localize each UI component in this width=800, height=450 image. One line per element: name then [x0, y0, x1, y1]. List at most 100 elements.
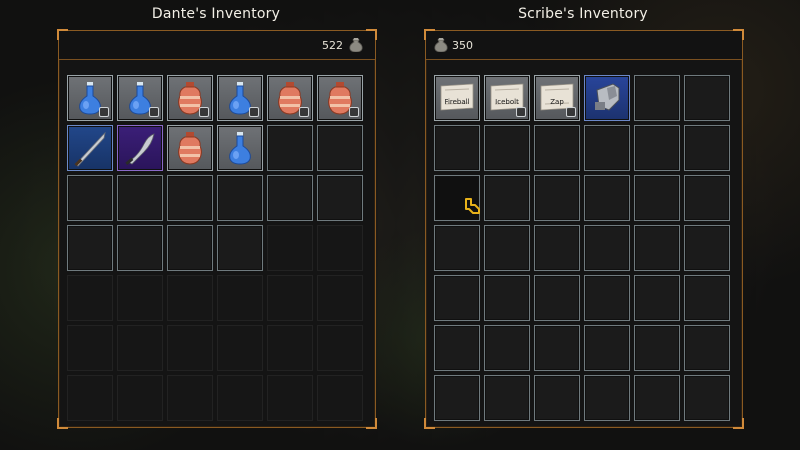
locked-slot	[117, 325, 163, 371]
empty-slot[interactable]	[584, 225, 630, 271]
inventory-slot[interactable]	[117, 125, 163, 171]
empty-slot[interactable]	[634, 125, 680, 171]
right-panel-title: Scribe's Inventory	[518, 6, 648, 22]
inventory-slot[interactable]	[117, 75, 163, 121]
empty-slot[interactable]	[117, 175, 163, 221]
empty-slot[interactable]	[584, 375, 630, 421]
empty-slot[interactable]	[534, 375, 580, 421]
inventory-slot[interactable]: Icebolt	[484, 75, 530, 121]
empty-slot[interactable]	[484, 375, 530, 421]
inventory-slot[interactable]	[67, 125, 113, 171]
gold-bar: 350	[426, 31, 742, 60]
gold-amount: 350	[452, 39, 473, 52]
empty-slot[interactable]	[434, 125, 480, 171]
left-panel-title: Dante's Inventory	[151, 6, 281, 22]
item-label: Fireball	[444, 98, 470, 106]
empty-slot[interactable]	[267, 125, 313, 171]
left-inventory-grid	[67, 75, 363, 421]
item-badge-icon	[149, 107, 159, 117]
empty-slot[interactable]	[684, 75, 730, 121]
empty-slot[interactable]	[634, 175, 680, 221]
empty-slot[interactable]	[584, 275, 630, 321]
hand-cursor-icon	[465, 198, 480, 214]
empty-slot[interactable]	[684, 325, 730, 371]
locked-slot	[317, 225, 363, 271]
empty-slot[interactable]	[217, 175, 263, 221]
empty-slot[interactable]	[534, 225, 580, 271]
inventory-slot[interactable]: Fireball	[434, 75, 480, 121]
empty-slot[interactable]	[684, 175, 730, 221]
empty-slot[interactable]	[634, 325, 680, 371]
inventory-slot[interactable]	[267, 75, 313, 121]
empty-slot[interactable]	[267, 175, 313, 221]
inventory-slot[interactable]: Zap	[534, 75, 580, 121]
empty-slot[interactable]	[167, 225, 213, 271]
item-badge-icon	[99, 107, 109, 117]
empty-slot[interactable]	[534, 275, 580, 321]
corner-ornament	[366, 418, 377, 429]
empty-slot[interactable]	[117, 225, 163, 271]
empty-slot[interactable]	[484, 325, 530, 371]
empty-slot[interactable]	[584, 175, 630, 221]
left-inventory-panel: 522	[57, 29, 377, 429]
coin-bag-icon	[434, 38, 448, 52]
empty-slot[interactable]	[584, 125, 630, 171]
gold-bar: 522	[59, 31, 375, 60]
locked-slot	[117, 375, 163, 421]
locked-slot	[217, 375, 263, 421]
locked-slot	[167, 325, 213, 371]
locked-slot	[217, 275, 263, 321]
right-inventory-grid: Fireball Icebolt Zap	[434, 75, 730, 421]
empty-slot[interactable]	[434, 225, 480, 271]
empty-slot[interactable]	[634, 275, 680, 321]
locked-slot	[117, 275, 163, 321]
empty-slot[interactable]	[217, 225, 263, 271]
empty-slot[interactable]	[317, 175, 363, 221]
empty-slot[interactable]	[484, 125, 530, 171]
empty-slot[interactable]	[67, 225, 113, 271]
empty-slot[interactable]	[434, 325, 480, 371]
inventory-slot[interactable]	[584, 75, 630, 121]
locked-slot	[317, 375, 363, 421]
empty-slot[interactable]	[317, 125, 363, 171]
inventory-slot[interactable]	[217, 125, 263, 171]
inventory-slot[interactable]	[167, 125, 213, 171]
empty-slot[interactable]	[684, 225, 730, 271]
empty-slot[interactable]	[684, 275, 730, 321]
locked-slot	[317, 275, 363, 321]
inventory-slot[interactable]	[167, 75, 213, 121]
empty-slot[interactable]	[67, 175, 113, 221]
empty-slot[interactable]	[484, 225, 530, 271]
inventory-slot[interactable]	[317, 75, 363, 121]
empty-slot[interactable]	[434, 275, 480, 321]
inventory-slot[interactable]	[67, 75, 113, 121]
empty-slot[interactable]	[634, 375, 680, 421]
item-badge-icon	[299, 107, 309, 117]
empty-slot[interactable]	[534, 175, 580, 221]
coin-bag-icon	[349, 38, 363, 52]
locked-slot	[67, 325, 113, 371]
item-badge-icon	[199, 107, 209, 117]
locked-slot	[267, 325, 313, 371]
item-badge-icon	[249, 107, 259, 117]
item-badge-icon	[349, 107, 359, 117]
empty-slot[interactable]	[584, 325, 630, 371]
empty-slot[interactable]	[634, 225, 680, 271]
empty-slot[interactable]	[484, 175, 530, 221]
empty-slot[interactable]	[167, 175, 213, 221]
empty-slot[interactable]	[484, 275, 530, 321]
empty-slot[interactable]	[434, 375, 480, 421]
locked-slot	[167, 375, 213, 421]
locked-slot	[267, 225, 313, 271]
locked-slot	[67, 275, 113, 321]
inventory-slot[interactable]	[217, 75, 263, 121]
locked-slot	[67, 375, 113, 421]
locked-slot	[267, 275, 313, 321]
locked-slot	[217, 325, 263, 371]
empty-slot[interactable]	[534, 325, 580, 371]
empty-slot[interactable]	[684, 375, 730, 421]
gold-amount: 522	[322, 39, 343, 52]
empty-slot[interactable]	[634, 75, 680, 121]
empty-slot[interactable]	[534, 125, 580, 171]
empty-slot[interactable]	[684, 125, 730, 171]
